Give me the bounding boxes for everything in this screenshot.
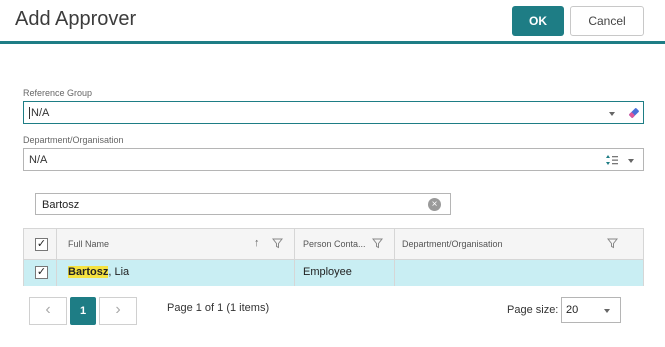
page-size-select[interactable]: 20 xyxy=(561,297,621,323)
list-filter-icon[interactable] xyxy=(605,154,618,166)
select-all-checkbox[interactable]: ✓ xyxy=(35,238,48,251)
column-header-department[interactable]: Department/Organisation xyxy=(402,239,503,249)
column-header-person-contact[interactable]: Person Conta... xyxy=(303,239,366,249)
chevron-down-icon[interactable] xyxy=(609,112,615,116)
cell-person-contact: Employee xyxy=(303,266,352,278)
name-rest: , Lia xyxy=(108,266,130,278)
results-grid: ✓ Full Name ↑ Person Conta... Department… xyxy=(23,228,644,286)
department-value: N/A xyxy=(29,154,48,166)
filter-icon[interactable] xyxy=(372,238,383,249)
department-field[interactable]: N/A xyxy=(23,148,644,171)
department-label: Department/Organisation xyxy=(23,135,124,145)
dialog-header: Add Approver OK Cancel xyxy=(0,0,665,44)
chevron-down-icon[interactable] xyxy=(604,309,610,313)
page-1-button[interactable]: 1 xyxy=(70,297,96,325)
filter-icon[interactable] xyxy=(272,238,283,249)
table-row[interactable]: ✓ Bartosz, Lia Employee xyxy=(24,260,643,286)
sort-ascending-icon[interactable]: ↑ xyxy=(254,237,260,249)
column-divider xyxy=(56,229,57,286)
ok-button[interactable]: OK xyxy=(512,6,564,36)
column-divider xyxy=(294,229,295,286)
text-cursor xyxy=(29,107,30,119)
reference-group-label: Reference Group xyxy=(23,88,93,98)
grid-header: ✓ Full Name ↑ Person Conta... Department… xyxy=(24,229,643,260)
column-header-full-name[interactable]: Full Name xyxy=(68,239,109,249)
next-page-button[interactable]: › xyxy=(99,297,137,325)
dialog-title: Add Approver xyxy=(15,8,137,30)
page-size-label: Page size: xyxy=(507,304,559,316)
reference-group-value: N/A xyxy=(31,107,50,119)
row-checkbox[interactable]: ✓ xyxy=(35,266,48,279)
cancel-button[interactable]: Cancel xyxy=(570,6,644,36)
filter-icon[interactable] xyxy=(607,238,618,249)
search-input[interactable]: Bartosz × xyxy=(35,193,451,215)
eraser-icon[interactable] xyxy=(627,106,641,120)
page-size-value: 20 xyxy=(566,304,579,316)
cell-full-name: Bartosz, Lia xyxy=(68,266,129,278)
prev-page-button[interactable]: ‹ xyxy=(29,297,67,325)
clear-icon[interactable]: × xyxy=(428,198,441,211)
column-divider xyxy=(394,229,395,286)
page-info: Page 1 of 1 (1 items) xyxy=(167,302,270,314)
chevron-down-icon[interactable] xyxy=(628,159,634,163)
search-value: Bartosz xyxy=(42,199,80,211)
search-highlight: Bartosz xyxy=(68,266,109,278)
reference-group-field[interactable]: N/A xyxy=(23,101,644,124)
